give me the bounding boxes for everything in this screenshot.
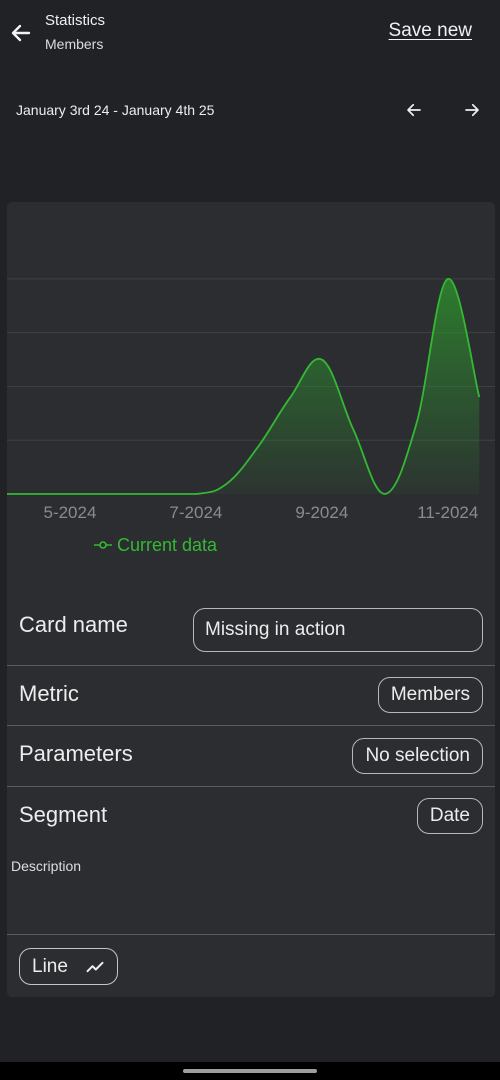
card-name-input[interactable] [193, 608, 483, 652]
description-input[interactable] [11, 878, 491, 930]
line-chart-icon [86, 961, 104, 973]
segment-selector[interactable]: Date [416, 798, 483, 834]
chart-legend[interactable]: Current data [93, 534, 217, 556]
page-subtitle: Members [45, 36, 104, 52]
previous-period-button[interactable] [402, 98, 426, 122]
system-navigation-bar [0, 1062, 500, 1080]
back-button[interactable] [6, 18, 36, 48]
metric-selector[interactable]: Members [377, 677, 483, 713]
card-name-label: Card name [19, 612, 128, 637]
description-label: Description [11, 858, 82, 874]
x-tick-label: 11-2024 [417, 503, 478, 522]
parameters-selector[interactable]: No selection [352, 738, 483, 774]
x-tick-label: 7-2024 [169, 503, 222, 522]
page-title: Statistics [45, 12, 106, 29]
statistics-screen: Statistics Members Save new January 3rd … [0, 0, 500, 1080]
parameters-label: Parameters [19, 741, 133, 766]
date-range-bar: January 3rd 24 - January 4th 25 [16, 98, 486, 122]
next-period-button[interactable] [460, 98, 484, 122]
metric-label: Metric [19, 681, 79, 706]
header-titles: Statistics Members [45, 12, 105, 53]
divider [7, 725, 495, 726]
save-new-button[interactable]: Save new [389, 20, 472, 42]
line-marker-icon [94, 541, 112, 549]
chart-type-button[interactable]: Line [19, 948, 118, 985]
arrow-left-icon [11, 24, 31, 42]
chart-type-label: Line [32, 955, 68, 977]
x-tick-label: 5-2024 [43, 503, 96, 522]
legend-label: Current data [117, 534, 218, 555]
divider [7, 786, 495, 787]
statistics-card: 5-2024 7-2024 9-2024 11-2024 Current data C… [7, 202, 495, 997]
app-header: Statistics Members Save new [0, 0, 500, 70]
arrow-left-icon [407, 103, 421, 117]
home-indicator[interactable] [183, 1069, 317, 1073]
divider [7, 665, 495, 666]
x-tick-label: 9-2024 [295, 503, 348, 522]
divider [7, 934, 495, 935]
segment-label: Segment [19, 802, 108, 827]
arrow-right-icon [465, 103, 479, 117]
area-chart: 5-2024 7-2024 9-2024 11-2024 [7, 277, 495, 522]
